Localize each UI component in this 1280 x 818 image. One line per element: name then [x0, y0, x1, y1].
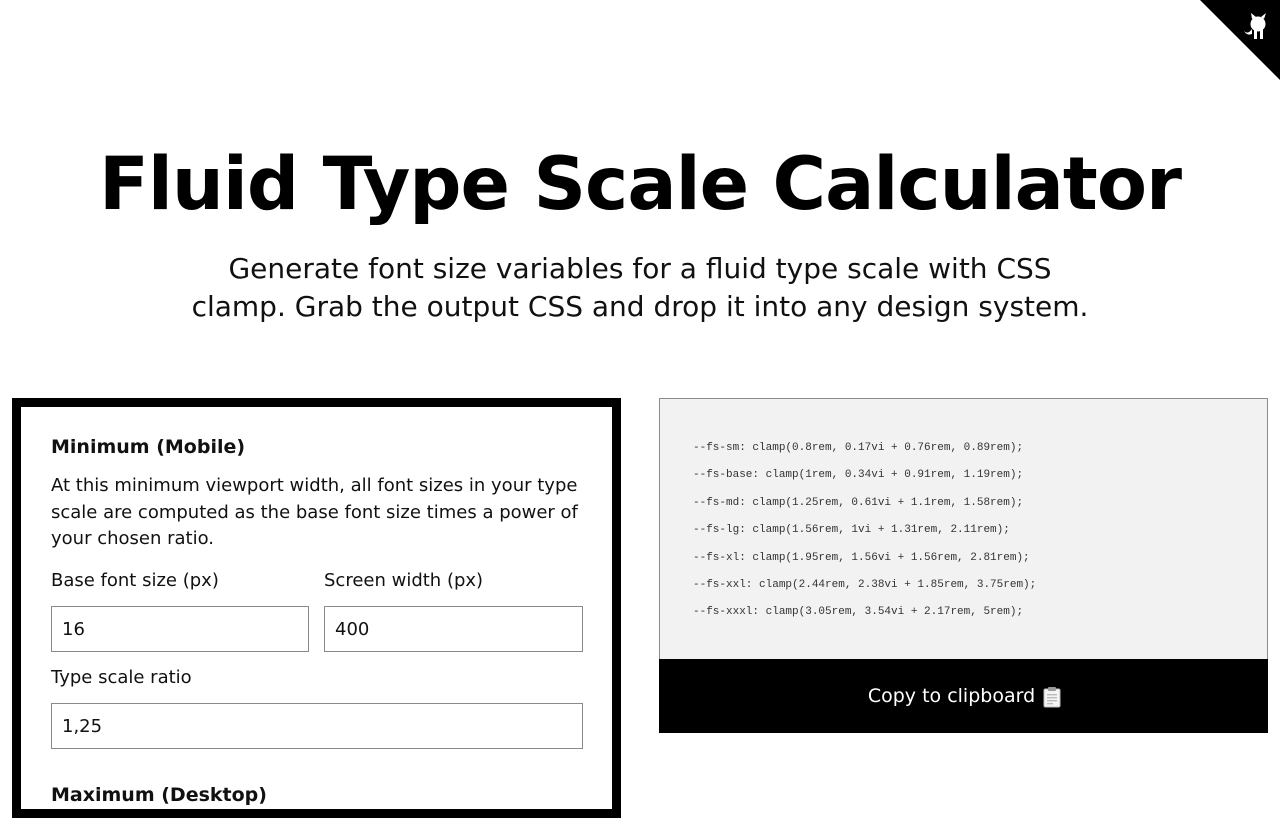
- settings-form-panel: Minimum (Mobile) At this minimum viewpor…: [12, 398, 621, 818]
- screen-width-label: Screen width (px): [324, 570, 484, 591]
- page-subtitle: Generate font size variables for a fluid…: [191, 252, 1089, 323]
- clipboard-icon: [1043, 686, 1061, 708]
- base-font-size-input[interactable]: [51, 606, 309, 652]
- screen-width-input[interactable]: [324, 606, 583, 652]
- css-output-line-fs-base: --fs-base: clamp(1rem, 0.34vi + 0.91rem,…: [693, 469, 1024, 482]
- github-octocat-icon: [1200, 0, 1280, 80]
- minimum-section-heading: Minimum (Mobile): [51, 436, 246, 458]
- page-title: Fluid Type Scale Calculator: [99, 142, 1182, 227]
- copy-to-clipboard-button[interactable]: Copy to clipboard: [659, 659, 1268, 733]
- type-scale-ratio-label: Type scale ratio: [51, 667, 192, 688]
- css-output-line-fs-lg: --fs-lg: clamp(1.56rem, 1vi + 1.31rem, 2…: [693, 524, 1010, 537]
- css-output-line-fs-xxxl: --fs-xxxl: clamp(3.05rem, 3.54vi + 2.17r…: [693, 606, 1024, 619]
- css-output-line-fs-md: --fs-md: clamp(1.25rem, 0.61vi + 1.1rem,…: [693, 496, 1024, 509]
- css-output-panel: --fs-sm: clamp(0.8rem, 0.17vi + 0.76rem,…: [659, 398, 1268, 733]
- type-scale-ratio-input[interactable]: [51, 703, 583, 749]
- copy-button-label: Copy to clipboard: [867, 685, 1036, 707]
- github-corner-link[interactable]: [1200, 0, 1280, 80]
- maximum-section-heading: Maximum (Desktop): [51, 784, 267, 806]
- base-font-size-label: Base font size (px): [51, 570, 219, 591]
- css-output-line-fs-xl: --fs-xl: clamp(1.95rem, 1.56vi + 1.56rem…: [693, 551, 1030, 564]
- css-output-code: --fs-sm: clamp(0.8rem, 0.17vi + 0.76rem,…: [693, 435, 1036, 627]
- css-output-line-fs-sm: --fs-sm: clamp(0.8rem, 0.17vi + 0.76rem,…: [693, 442, 1024, 454]
- css-output-line-fs-xxl: --fs-xxl: clamp(2.44rem, 2.38vi + 1.85re…: [693, 578, 1037, 591]
- minimum-section-description: At this minimum viewport width, all font…: [51, 475, 578, 549]
